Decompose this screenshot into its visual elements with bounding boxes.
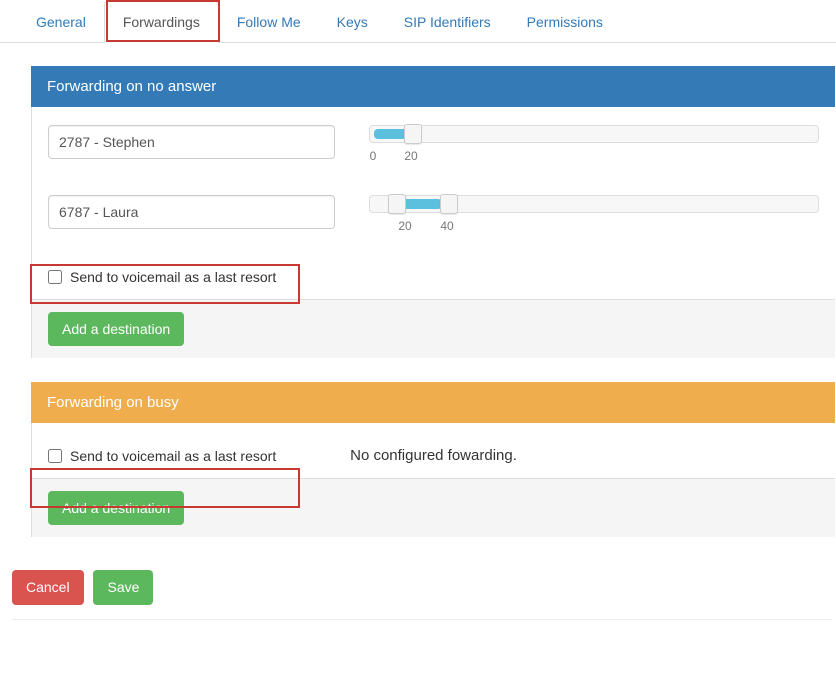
- tab-bar: General Forwardings Follow Me Keys SIP I…: [0, 0, 836, 43]
- tab-follow-me[interactable]: Follow Me: [219, 2, 319, 42]
- slider-tick-label: 0: [370, 149, 377, 163]
- add-destination-button[interactable]: Add a destination: [48, 312, 184, 346]
- tab-forwardings[interactable]: Forwardings: [104, 1, 219, 43]
- destination-row: 20 40: [48, 195, 819, 235]
- slider-handle-icon[interactable]: [440, 194, 458, 214]
- slider-tick-label: 40: [440, 219, 453, 233]
- slider-tick-label: 20: [404, 149, 417, 163]
- panel-forwarding-busy: Forwarding on busy No configured fowardi…: [30, 381, 836, 538]
- slider-ticks: 0 20: [369, 149, 819, 165]
- panel-header-busy: Forwarding on busy: [31, 382, 835, 423]
- voicemail-last-resort-row[interactable]: Send to voicemail as a last resort: [48, 444, 276, 468]
- tab-permissions[interactable]: Permissions: [509, 2, 621, 42]
- cancel-button[interactable]: Cancel: [12, 570, 84, 604]
- form-actions: Cancel Save: [12, 570, 832, 619]
- destination-input[interactable]: [48, 195, 335, 229]
- voicemail-label: Send to voicemail as a last resort: [70, 448, 276, 464]
- save-button[interactable]: Save: [93, 570, 153, 604]
- panel-header-no-answer: Forwarding on no answer: [31, 66, 835, 107]
- slider-tick-label: 20: [398, 219, 411, 233]
- ring-time-slider[interactable]: [369, 195, 819, 213]
- ring-time-slider[interactable]: [369, 125, 819, 143]
- slider-handle-icon[interactable]: [388, 194, 406, 214]
- voicemail-checkbox[interactable]: [48, 270, 62, 284]
- slider-ticks: 20 40: [369, 219, 819, 235]
- voicemail-checkbox[interactable]: [48, 449, 62, 463]
- destination-row: 0 20: [48, 125, 819, 165]
- voicemail-last-resort-row[interactable]: Send to voicemail as a last resort: [48, 265, 276, 289]
- add-destination-button[interactable]: Add a destination: [48, 491, 184, 525]
- voicemail-label: Send to voicemail as a last resort: [70, 269, 276, 285]
- tab-general[interactable]: General: [18, 2, 104, 42]
- tab-sip-identifiers[interactable]: SIP Identifiers: [386, 2, 509, 42]
- tab-keys[interactable]: Keys: [319, 2, 386, 42]
- slider-handle-icon[interactable]: [404, 124, 422, 144]
- panel-forwarding-no-answer: Forwarding on no answer 0 20: [30, 65, 836, 359]
- destination-input[interactable]: [48, 125, 335, 159]
